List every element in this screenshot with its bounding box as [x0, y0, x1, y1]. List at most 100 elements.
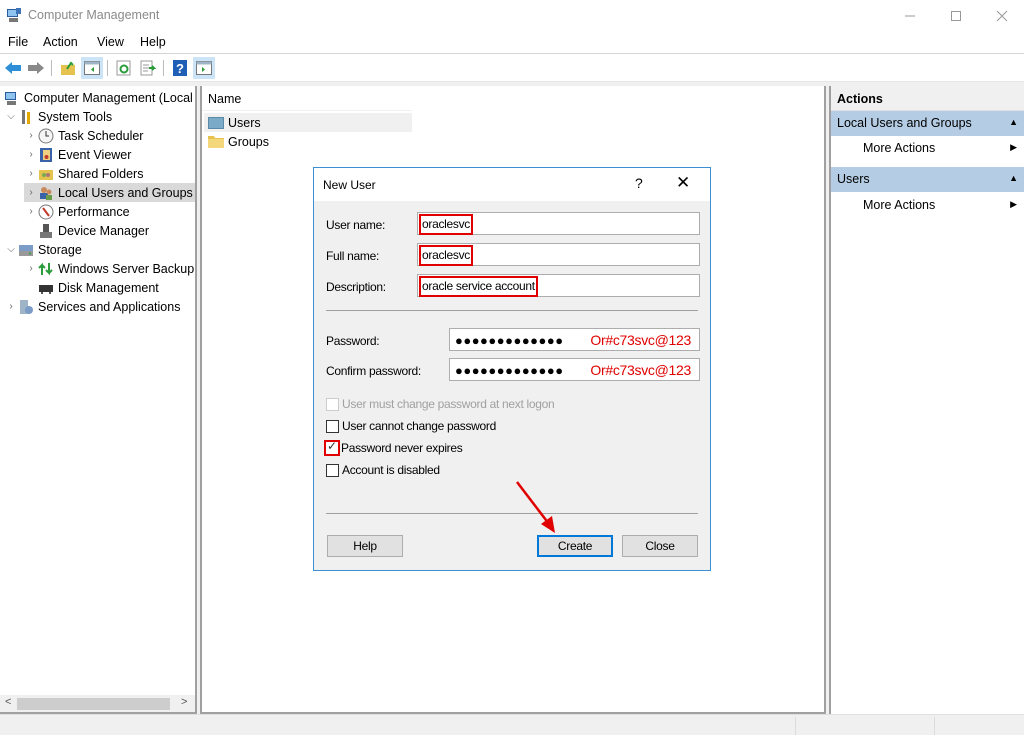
back-button[interactable] — [2, 57, 24, 79]
checkbox-label: Password never expires — [341, 441, 463, 455]
refresh-button[interactable] — [113, 57, 135, 79]
checkbox-label: Account is disabled — [342, 463, 440, 477]
folder-icon — [208, 136, 224, 148]
menu-help[interactable]: Help — [140, 35, 166, 49]
export-list-button[interactable] — [137, 57, 159, 79]
window-title: Computer Management — [28, 8, 160, 22]
account-disabled-checkbox[interactable]: Account is disabled — [326, 462, 440, 478]
description-field[interactable]: oracle service account — [417, 274, 700, 297]
username-value: oraclesvc — [419, 214, 473, 235]
forward-button[interactable] — [25, 57, 47, 79]
chevron-down-icon[interactable]: ⌵ — [4, 244, 18, 255]
scroll-right-icon[interactable]: > — [181, 696, 187, 708]
console-tree-icon — [84, 61, 100, 75]
status-separator — [934, 717, 935, 735]
tree-item-disk-management[interactable]: Disk Management — [38, 278, 159, 297]
computer-management-icon — [7, 8, 21, 22]
list-item-groups[interactable]: Groups — [204, 132, 412, 151]
tree-item-label: Event Viewer — [58, 147, 132, 162]
backup-icon — [38, 262, 53, 275]
checkbox-box[interactable] — [326, 419, 339, 433]
minimize-button[interactable] — [887, 0, 933, 31]
tree-item-storage[interactable]: ⌵ Storage — [4, 240, 82, 259]
create-button[interactable]: Create — [537, 535, 613, 557]
tree-item-system-tools[interactable]: ⌵ System Tools — [4, 107, 112, 126]
cannot-change-password-checkbox[interactable]: User cannot change password — [326, 418, 496, 434]
tree-item-performance[interactable]: › Performance — [24, 202, 130, 221]
description-label: Description: — [326, 280, 386, 294]
fullname-field[interactable]: oraclesvc — [417, 243, 700, 266]
chevron-right-icon[interactable]: › — [24, 187, 38, 198]
show-hide-action-pane-button[interactable] — [193, 57, 215, 79]
menu-file[interactable]: File — [8, 35, 28, 49]
username-field[interactable]: oraclesvc — [417, 212, 700, 235]
close-dialog-button[interactable]: Close — [622, 535, 698, 557]
tree-item-windows-server-backup[interactable]: › Windows Server Backup — [24, 259, 194, 278]
tree-item-device-manager[interactable]: Device Manager — [38, 221, 149, 240]
more-actions-users[interactable]: More Actions ▶ — [831, 193, 1024, 217]
tree-item-event-viewer[interactable]: › Event Viewer — [24, 145, 131, 164]
actions-title: Actions — [831, 86, 1024, 111]
forward-icon — [28, 62, 44, 74]
dialog-help-icon[interactable]: ? — [635, 175, 643, 191]
performance-icon — [38, 204, 54, 219]
system-tools-icon — [22, 109, 30, 124]
scroll-left-icon[interactable]: < — [5, 696, 11, 708]
column-header-name[interactable]: Name — [208, 92, 241, 106]
chevron-right-icon[interactable]: › — [24, 263, 38, 274]
checkbox-box[interactable] — [326, 463, 339, 477]
tree-item-services-and-applications[interactable]: › Services and Applications — [4, 297, 180, 316]
svg-text:?: ? — [176, 61, 184, 76]
show-hide-console-tree-button[interactable] — [81, 57, 103, 79]
actions-group-users[interactable]: Users ▲ — [831, 167, 1024, 192]
dialog-close-icon[interactable]: ✕ — [676, 173, 690, 193]
password-field[interactable]: ●●●●●●●●●●●●● Or#c73svc@123 — [449, 328, 700, 351]
submenu-arrow-icon: ▶ — [1010, 199, 1017, 209]
refresh-icon — [116, 60, 131, 76]
fullname-value: oraclesvc — [419, 245, 473, 266]
tree-root[interactable]: Computer Management (Local — [4, 88, 193, 107]
must-change-password-checkbox: User must change password at next logon — [326, 396, 555, 412]
actions-group-local-users-and-groups[interactable]: Local Users and Groups ▲ — [831, 111, 1024, 136]
tree-item-shared-folders[interactable]: › Shared Folders — [24, 164, 143, 183]
up-one-level-button[interactable] — [57, 57, 79, 79]
tree-item-label: Shared Folders — [58, 166, 144, 181]
chevron-right-icon[interactable]: › — [24, 130, 38, 141]
collapse-up-icon[interactable]: ▲ — [1009, 117, 1018, 127]
tree-item-task-scheduler[interactable]: › Task Scheduler — [24, 126, 143, 145]
dialog-title: New User — [323, 178, 376, 192]
checkbox-label: User must change password at next logon — [342, 397, 555, 411]
password-never-expires-checkbox[interactable]: ✓ Password never expires — [324, 439, 463, 456]
maximize-button[interactable] — [933, 0, 979, 31]
checkbox-box — [326, 397, 339, 411]
horizontal-scrollbar[interactable]: < > — [0, 695, 195, 712]
chevron-right-icon[interactable]: › — [24, 206, 38, 217]
password-masked-value: ●●●●●●●●●●●●● — [455, 333, 564, 348]
menu-view[interactable]: View — [97, 35, 124, 49]
export-list-icon — [140, 60, 156, 76]
more-actions-local-users-and-groups[interactable]: More Actions ▶ — [831, 136, 1024, 160]
password-label: Password: — [326, 334, 380, 348]
collapse-up-icon[interactable]: ▲ — [1009, 173, 1018, 183]
confirm-password-field[interactable]: ●●●●●●●●●●●●● Or#c73svc@123 — [449, 358, 700, 381]
help-dialog-button[interactable]: Help — [327, 535, 403, 557]
dialog-separator — [326, 310, 698, 311]
list-item-label: Users — [228, 115, 261, 130]
checkbox-box[interactable]: ✓ — [324, 439, 340, 456]
menu-action[interactable]: Action — [43, 35, 78, 49]
event-viewer-icon — [40, 147, 52, 162]
tree-item-label: Device Manager — [58, 223, 150, 238]
close-window-button[interactable] — [979, 0, 1024, 31]
description-value: oracle service account — [419, 276, 538, 297]
chevron-down-icon[interactable]: ⌵ — [4, 111, 18, 122]
scrollbar-thumb[interactable] — [17, 698, 170, 710]
tree-item-local-users-and-groups[interactable]: › Local Users and Groups — [24, 183, 195, 202]
chevron-right-icon[interactable]: › — [24, 149, 38, 160]
tree-item-label: Windows Server Backup — [58, 261, 195, 276]
chevron-right-icon[interactable]: › — [24, 168, 38, 179]
help-button[interactable]: ? — [169, 57, 191, 79]
list-item-users[interactable]: Users — [204, 113, 412, 132]
checkbox-label: User cannot change password — [342, 419, 496, 433]
chevron-right-icon[interactable]: › — [4, 301, 18, 312]
toolbar-separator — [163, 60, 164, 76]
